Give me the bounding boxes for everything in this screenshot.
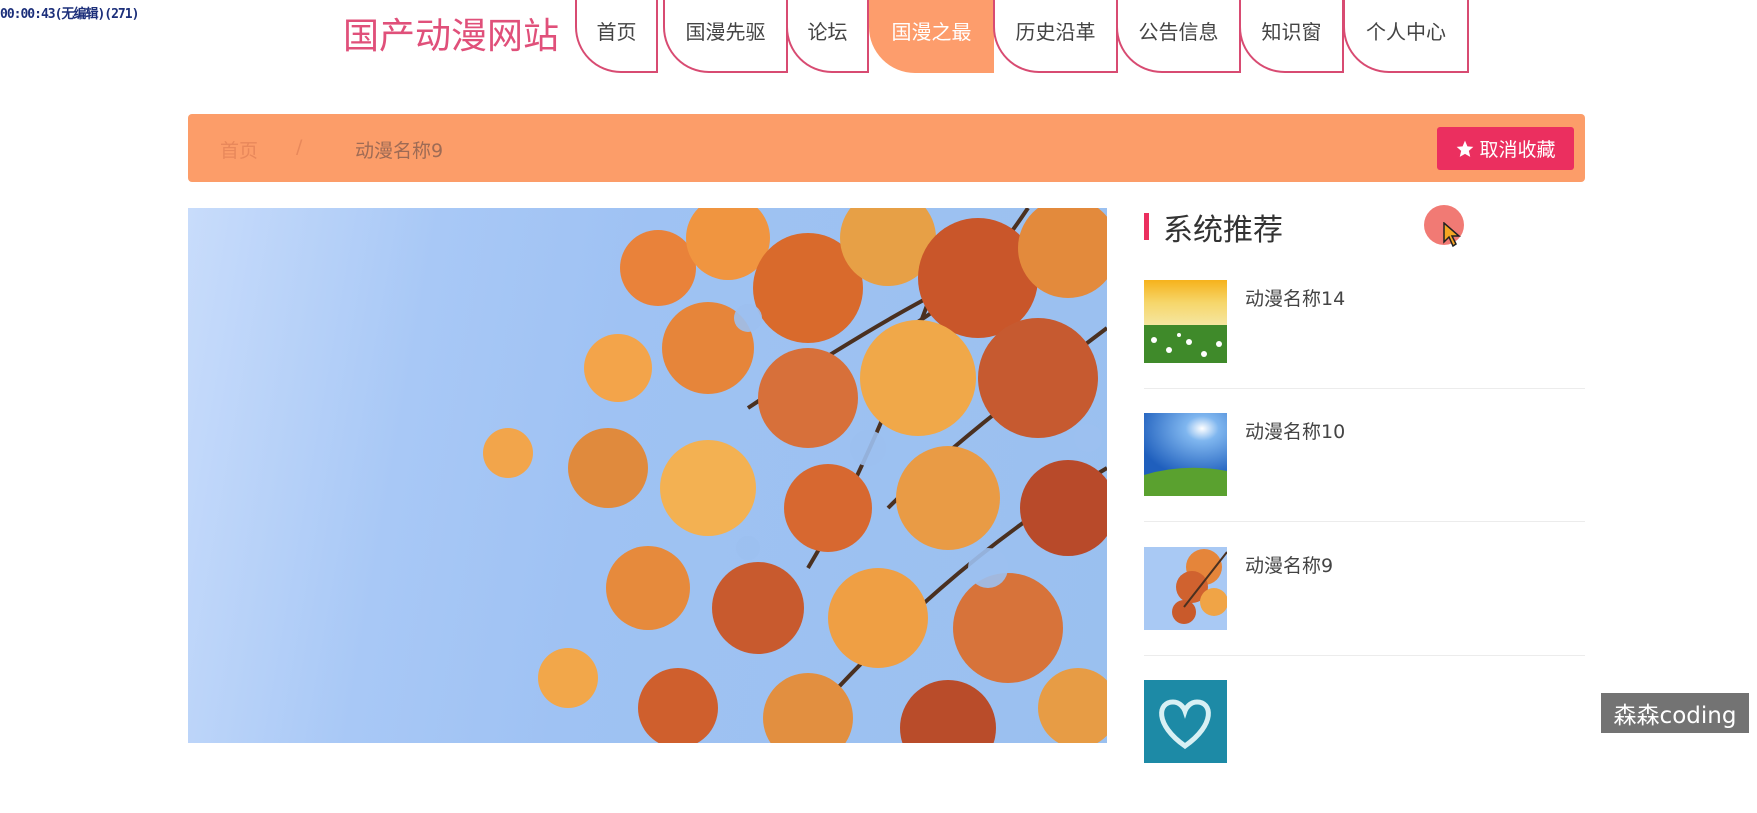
heart-island-thumb[interactable] [1144,680,1227,763]
autumn-leaves-thumb[interactable] [1144,547,1227,630]
star-icon [1457,140,1474,157]
nav-item-home[interactable]: 首页 [575,0,658,73]
unfavorite-button[interactable]: 取消收藏 [1437,127,1574,170]
site-title[interactable]: 国产动漫网站 [343,7,559,59]
recommend-item[interactable]: 动漫名称10 [1144,413,1585,546]
recommend-heading-text: 系统推荐 [1163,213,1283,248]
nav-item-knowledge[interactable]: 知识窗 [1239,0,1344,73]
recommend-item-name[interactable]: 动漫名称14 [1245,284,1345,311]
divider [1144,521,1585,522]
unfavorite-label: 取消收藏 [1479,139,1556,161]
nav-item-pioneers[interactable]: 国漫先驱 [663,0,788,73]
nav-item-user-center[interactable]: 个人中心 [1343,0,1469,73]
breadcrumb-separator: / [296,136,303,158]
nav-item-history[interactable]: 历史沿革 [993,0,1118,73]
nav-item-best[interactable]: 国漫之最 [869,0,994,73]
recording-overlay: 00:00:43(无编辑)(271) [0,7,139,22]
divider [1144,388,1585,389]
recommend-item[interactable] [1144,680,1585,813]
breadcrumb-current: 动漫名称9 [355,140,444,162]
flower-field-thumb[interactable] [1144,280,1227,363]
recommend-item[interactable]: 动漫名称14 [1144,280,1585,413]
autumn-leaves-photo [483,208,1107,743]
nav-item-announcements[interactable]: 公告信息 [1116,0,1241,73]
breadcrumb: 首页 / 动漫名称9 取消收藏 [188,114,1585,182]
main-anime-image [188,208,1107,743]
breadcrumb-home-link[interactable]: 首页 [220,136,258,163]
recommend-item-name[interactable]: 动漫名称9 [1245,551,1333,578]
recommend-item[interactable]: 动漫名称9 [1144,547,1585,680]
mouse-cursor-icon [1443,222,1461,248]
nav-item-forum[interactable]: 论坛 [786,0,869,73]
recommend-item-name[interactable]: 动漫名称10 [1245,417,1345,444]
divider [1144,655,1585,656]
blue-sky-field-thumb[interactable] [1144,413,1227,496]
heading-accent-bar [1144,213,1149,240]
watermark: 森森coding [1601,693,1749,733]
